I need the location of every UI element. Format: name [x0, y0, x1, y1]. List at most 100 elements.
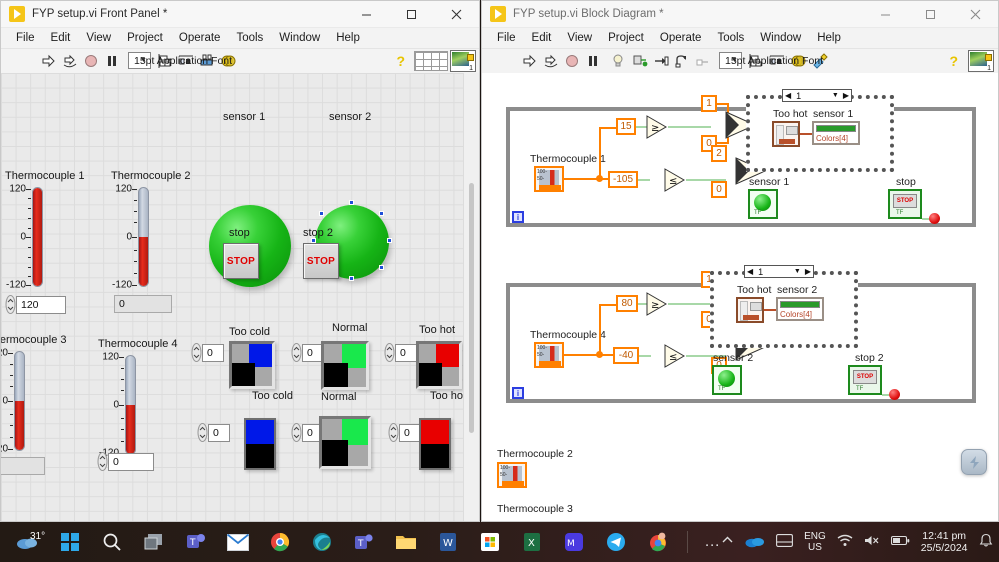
- too-cold-numeric-2[interactable]: 0: [197, 423, 230, 442]
- spinner-icon[interactable]: [5, 295, 16, 314]
- case-prev-icon[interactable]: ◀: [783, 91, 793, 100]
- color-swatch-black[interactable]: [419, 363, 442, 386]
- run-continuously-icon[interactable]: [60, 51, 80, 71]
- thermocouple-4-gauge[interactable]: 120 0 -120: [98, 352, 140, 459]
- selection-handle[interactable]: [349, 276, 354, 281]
- too-hot-numeric-1[interactable]: 0: [384, 343, 417, 362]
- too-hot-terminal-2[interactable]: [736, 297, 764, 323]
- normal-colorbox-1[interactable]: [321, 341, 369, 390]
- less-equal-icon[interactable]: ≤: [664, 168, 686, 197]
- menu-operate[interactable]: Operate: [171, 28, 229, 49]
- thermocouple-3-gauge[interactable]: 120 0 -120: [1, 348, 29, 455]
- constant-15[interactable]: 15: [616, 118, 636, 135]
- block-diagram-toolbar[interactable]: 15pt Application Font ▼ ? 1: [482, 49, 998, 72]
- color-swatch-black[interactable]: [232, 363, 255, 386]
- color-swatch-black[interactable]: [322, 440, 348, 466]
- menu-window[interactable]: Window: [271, 28, 328, 49]
- wifi-icon[interactable]: [837, 534, 853, 550]
- font-selector[interactable]: 15pt Application Font ▼: [128, 52, 232, 69]
- thermocouple-3-value[interactable]: 0: [1, 457, 45, 475]
- menu-window[interactable]: Window: [752, 28, 809, 49]
- front-panel-menubar[interactable]: File Edit View Project Operate Tools Win…: [1, 28, 479, 49]
- loop-1-iteration-terminal[interactable]: i: [512, 211, 524, 223]
- snip-tool-icon[interactable]: [961, 449, 987, 475]
- stop-terminal-2[interactable]: STOP TF: [848, 365, 882, 395]
- case-next-icon[interactable]: ▶: [841, 91, 851, 100]
- spinner-icon[interactable]: [291, 343, 302, 362]
- context-help-icon[interactable]: ?: [949, 53, 958, 69]
- thermocouple-4-value[interactable]: 0: [108, 452, 154, 471]
- selection-handle[interactable]: [379, 265, 384, 270]
- telegram-icon[interactable]: [603, 529, 629, 555]
- vi-icon[interactable]: 1: [968, 49, 994, 72]
- spinner-icon[interactable]: [291, 423, 302, 442]
- color-swatch-black[interactable]: [324, 363, 348, 387]
- color-swatch-blue[interactable]: [246, 420, 274, 444]
- color-swatch-black[interactable]: [421, 444, 449, 468]
- menu-view[interactable]: View: [78, 28, 119, 49]
- menu-file[interactable]: File: [489, 28, 524, 49]
- too-cold-value-1[interactable]: 0: [202, 343, 224, 362]
- vscroll-thumb[interactable]: [469, 183, 474, 433]
- mail-icon[interactable]: [225, 529, 251, 555]
- minimize-icon[interactable]: [344, 1, 389, 28]
- chevron-down-icon[interactable]: ▼: [830, 92, 841, 99]
- loop-condition-terminal-1[interactable]: [929, 213, 940, 224]
- color-swatch-black[interactable]: [246, 444, 274, 468]
- windows-taskbar[interactable]: 31° T T W X M … ENG US 12:41 pm 25/5/202…: [0, 522, 999, 562]
- spinner-icon[interactable]: [191, 343, 202, 362]
- thermocouple-2-gauge[interactable]: 120 0 -120: [111, 184, 153, 291]
- font-selector[interactable]: 15pt Application Font ▼: [719, 52, 823, 69]
- spinner-icon[interactable]: [388, 423, 399, 442]
- menu-operate[interactable]: Operate: [652, 28, 710, 49]
- constant-1[interactable]: 1: [701, 95, 717, 112]
- maximize-icon[interactable]: [389, 1, 434, 28]
- taskbar-weather[interactable]: 31°: [0, 531, 57, 553]
- run-arrow-icon[interactable]: [520, 51, 540, 71]
- thermocouple-terminal-icon[interactable]: 100- 50-: [534, 342, 564, 368]
- touchpad-icon[interactable]: [776, 534, 794, 550]
- pause-icon[interactable]: [583, 51, 603, 71]
- constant-80[interactable]: 80: [616, 295, 638, 312]
- block-diagram-titlebar[interactable]: FYP setup.vi Block Diagram *: [482, 1, 998, 28]
- normal-numeric-1[interactable]: 0: [291, 343, 324, 362]
- spinner-icon[interactable]: [384, 343, 395, 362]
- run-arrow-icon[interactable]: [39, 51, 59, 71]
- chrome-icon[interactable]: [267, 529, 293, 555]
- show-hidden-icons-icon[interactable]: [721, 534, 734, 550]
- too-cold-colorbox-2[interactable]: [244, 418, 276, 470]
- too-cold-numeric-1[interactable]: 0: [191, 343, 224, 362]
- taskbar-tray[interactable]: ENG US 12:41 pm 25/5/2024: [721, 530, 999, 554]
- stop-terminal-1[interactable]: STOP TF: [888, 189, 922, 219]
- too-cold-value-2[interactable]: 0: [208, 423, 230, 442]
- store-icon[interactable]: [477, 529, 503, 555]
- step-out-icon[interactable]: [693, 51, 713, 71]
- close-icon[interactable]: [953, 1, 998, 28]
- thermocouple-1-numeric[interactable]: 120: [5, 295, 66, 314]
- menu-edit[interactable]: Edit: [524, 28, 560, 49]
- sensor-1-terminal[interactable]: TF: [748, 189, 778, 219]
- menu-file[interactable]: File: [8, 28, 43, 49]
- case-prev-icon[interactable]: ◀: [745, 267, 755, 276]
- context-help-icon[interactable]: ?: [396, 53, 405, 69]
- search-icon[interactable]: [99, 529, 125, 555]
- menu-help[interactable]: Help: [328, 28, 368, 49]
- menu-project[interactable]: Project: [600, 28, 652, 49]
- too-hot-numeric-2[interactable]: 0: [388, 423, 421, 442]
- menu-help[interactable]: Help: [809, 28, 849, 49]
- loop-2-iteration-terminal[interactable]: i: [512, 387, 524, 399]
- language-indicator[interactable]: ENG US: [804, 531, 826, 553]
- retain-wire-values-icon[interactable]: [630, 51, 650, 71]
- task-view-icon[interactable]: [141, 529, 167, 555]
- menu-tools[interactable]: Tools: [709, 28, 752, 49]
- thermocouple-terminal-icon[interactable]: 100- 50-: [497, 462, 527, 488]
- too-cold-colorbox-1[interactable]: [229, 341, 275, 389]
- too-hot-value-1[interactable]: 0: [395, 343, 417, 362]
- run-continuously-icon[interactable]: [541, 51, 561, 71]
- thermocouple-4-numeric[interactable]: 0: [97, 452, 154, 471]
- thermocouple-3-numeric[interactable]: 0: [1, 457, 45, 475]
- thermocouple-2-numeric[interactable]: 0: [114, 295, 172, 313]
- minimize-icon[interactable]: [863, 1, 908, 28]
- taskbar-apps[interactable]: T T W X M …: [57, 529, 721, 555]
- selection-handle[interactable]: [349, 200, 354, 205]
